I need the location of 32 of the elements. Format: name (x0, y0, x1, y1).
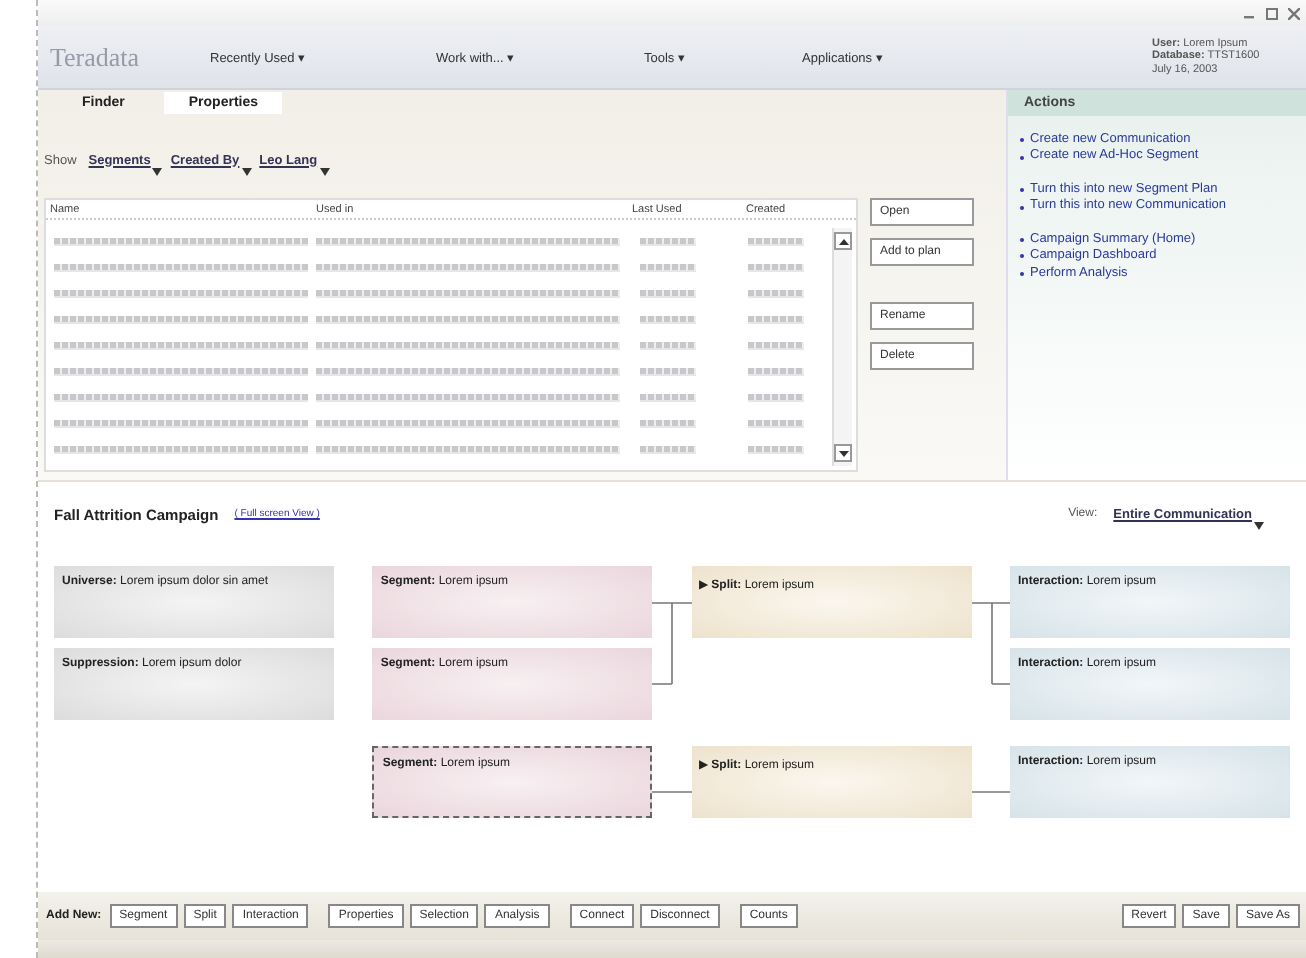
caret-icon[interactable] (152, 167, 163, 175)
illegible-text (640, 393, 696, 401)
scroll-down-icon[interactable] (834, 444, 852, 462)
illegible-text (640, 341, 696, 349)
illegible-text (748, 419, 804, 427)
connector-line (971, 601, 1011, 685)
close-icon[interactable] (1288, 7, 1300, 19)
caret-icon[interactable] (241, 167, 252, 175)
illegible-text (640, 367, 696, 375)
illegible-text (640, 237, 696, 245)
connector-line (652, 601, 692, 685)
illegible-text (748, 263, 804, 271)
maximize-icon[interactable] (1266, 7, 1278, 19)
illegible-text (640, 419, 696, 427)
scroll-up-icon[interactable] (834, 232, 852, 250)
illegible-text (748, 393, 804, 401)
illegible-text (748, 445, 804, 453)
caret-icon[interactable] (1254, 521, 1264, 529)
illegible-text (640, 445, 696, 453)
illegible-text (640, 315, 696, 323)
illegible-text (748, 315, 804, 323)
illegible-text (748, 237, 804, 245)
illegible-text (748, 289, 804, 297)
illegible-text (748, 341, 804, 349)
illegible-text (640, 289, 696, 297)
connector-line (652, 790, 692, 794)
illegible-text (640, 263, 696, 271)
illegible-text (748, 367, 804, 375)
caret-icon[interactable] (319, 167, 330, 175)
connector-line (971, 790, 1011, 794)
scrollbar[interactable] (832, 228, 852, 466)
logo: Teradata (50, 41, 142, 73)
